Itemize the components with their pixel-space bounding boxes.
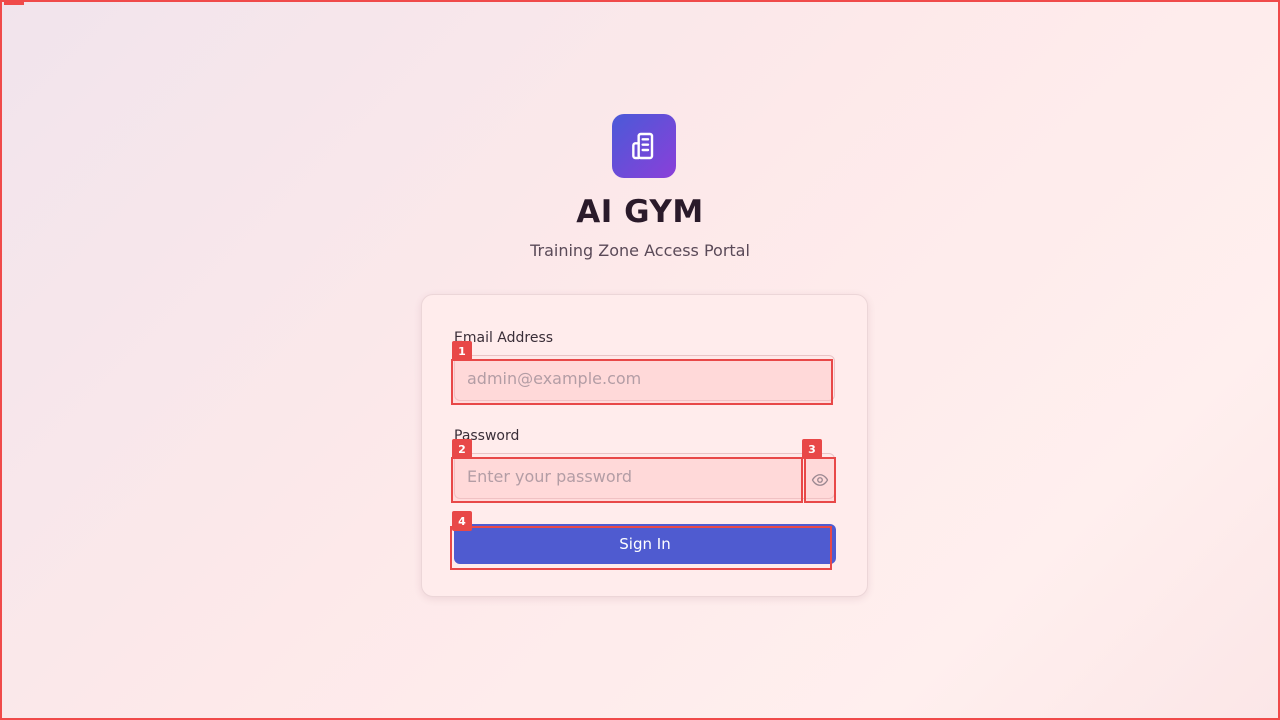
annotation-badge-4: 4 (452, 511, 472, 531)
annotation-badge-1: 1 (452, 341, 472, 361)
login-card: Email Address 1 Password 2 3 Sign In 4 (421, 294, 868, 597)
sign-in-highlight (450, 526, 832, 570)
app-title: AI GYM (576, 194, 704, 230)
app-logo (612, 114, 676, 178)
email-field-wrapper (451, 355, 835, 405)
annotation-badge-3: 3 (802, 439, 822, 459)
building-icon (632, 132, 654, 160)
password-field-wrapper (451, 453, 836, 503)
toggle-password-button[interactable] (804, 457, 836, 503)
email-field[interactable] (455, 356, 834, 400)
eye-icon (811, 474, 829, 486)
corner-marker (4, 2, 24, 5)
password-field[interactable] (455, 454, 795, 498)
app-subtitle: Training Zone Access Portal (530, 241, 750, 260)
annotation-badge-2: 2 (452, 439, 472, 459)
